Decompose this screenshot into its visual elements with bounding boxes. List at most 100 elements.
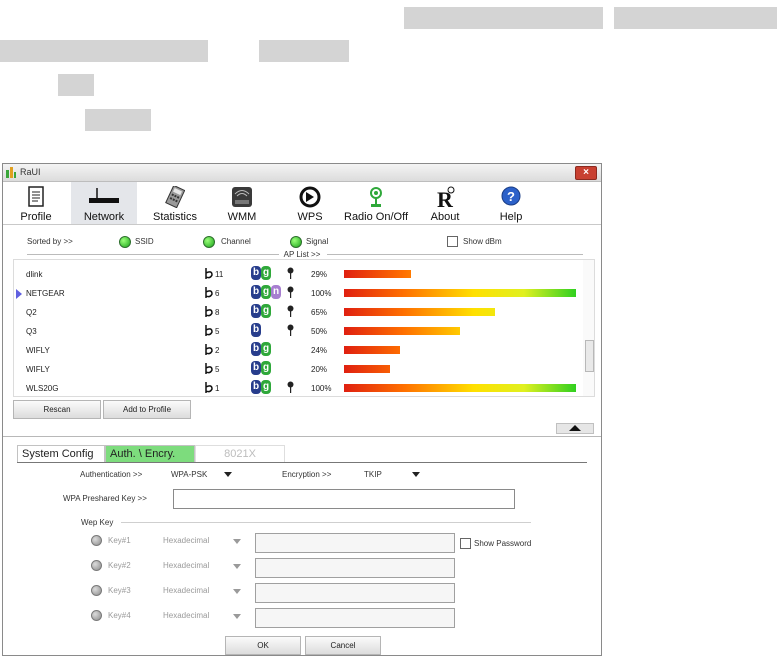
main-toolbar: Profile Network Statistics WMM WPS Radio…: [3, 182, 601, 225]
wep-format-dropdown-icon[interactable]: [233, 564, 241, 569]
ap-list-row[interactable]: WLS20G 1 b g 100%: [14, 379, 584, 397]
ap-signal-text: 65%: [311, 308, 328, 317]
sort-signal-radio[interactable]: [290, 236, 302, 248]
app-logo-icon: [6, 167, 16, 178]
toolbar-label: WMM: [227, 211, 257, 223]
toolbar-network[interactable]: Network: [71, 182, 137, 224]
signal-bar: [344, 365, 390, 373]
mode-g-badge: g: [261, 266, 271, 280]
wep-key-format[interactable]: Hexadecimal: [163, 611, 209, 620]
ap-channel: 1: [215, 384, 220, 393]
add-to-profile-button[interactable]: Add to Profile: [103, 400, 191, 419]
tab-system-config[interactable]: System Config: [17, 445, 105, 462]
wep-key-format[interactable]: Hexadecimal: [163, 586, 209, 595]
lock-icon: [287, 324, 294, 336]
wep-key-radio[interactable]: [91, 610, 102, 621]
wep-group-line: [121, 522, 531, 523]
divider: [327, 254, 583, 255]
ap-list-row[interactable]: Q3 5 b 50%: [14, 322, 584, 340]
ap-signal-text: 29%: [311, 270, 328, 279]
wpa-key-input[interactable]: [173, 489, 515, 509]
toolbar-wmm[interactable]: WMM: [217, 182, 267, 224]
toolbar-label: Profile: [20, 211, 52, 223]
tab-auth-encry[interactable]: Auth. \ Encry.: [105, 445, 195, 462]
ap-signal-text: 20%: [311, 365, 328, 374]
encryption-label: Encryption >>: [282, 470, 332, 479]
wep-format-dropdown-icon[interactable]: [233, 614, 241, 619]
sort-signal-label: Signal: [306, 237, 329, 246]
signal-bar: [344, 327, 460, 335]
wep-key-input[interactable]: [255, 608, 455, 628]
ok-button[interactable]: OK: [225, 636, 301, 655]
authentication-dropdown-icon[interactable]: [224, 472, 232, 477]
channel-icon: [205, 344, 213, 355]
wep-key-input[interactable]: [255, 583, 455, 603]
ap-ssid: NETGEAR: [26, 289, 65, 298]
close-button[interactable]: ×: [575, 166, 597, 180]
toolbar-help[interactable]: ? Help: [493, 182, 529, 224]
wep-format-dropdown-icon[interactable]: [233, 539, 241, 544]
ap-signal-text: 100%: [311, 384, 332, 393]
wep-key-input[interactable]: [255, 533, 455, 553]
ap-ssid: dlink: [26, 270, 43, 279]
ap-channel: 2: [215, 346, 220, 355]
sort-channel-radio[interactable]: [203, 236, 215, 248]
svg-text:R: R: [437, 187, 454, 210]
toolbar-radio-on-off[interactable]: Radio On/Off: [339, 182, 413, 224]
wep-key-input[interactable]: [255, 558, 455, 578]
toolbar-label: WPS: [297, 211, 323, 223]
redacted-bar: [614, 7, 777, 29]
toolbar-profile[interactable]: Profile: [11, 182, 61, 224]
show-password-label: Show Password: [474, 539, 532, 548]
raui-window: RaUI × Profile Network Statistics WMM WP…: [2, 163, 602, 656]
ap-list: dlink 11 b g 29% NETGEAR 6 b g n 100% Q2 8 b g 65% Q3 5 b 5…: [13, 259, 595, 397]
help-icon: ?: [501, 186, 521, 206]
wep-key-format[interactable]: Hexadecimal: [163, 561, 209, 570]
profile-icon: [28, 186, 44, 207]
ap-list-row[interactable]: WIFLY 5 b g 20%: [14, 360, 584, 378]
wep-key-format[interactable]: Hexadecimal: [163, 536, 209, 545]
signal-bar: [344, 308, 495, 316]
authentication-select[interactable]: WPA-PSK: [171, 470, 207, 479]
collapse-up-icon: [569, 425, 581, 431]
show-password-checkbox[interactable]: [460, 538, 471, 549]
channel-icon: [205, 363, 213, 374]
cancel-button[interactable]: Cancel: [305, 636, 381, 655]
encryption-select[interactable]: TKIP: [364, 470, 382, 479]
wep-key-radio[interactable]: [91, 585, 102, 596]
ap-channel: 5: [215, 365, 220, 374]
channel-icon: [205, 382, 213, 393]
ap-channel: 5: [215, 327, 220, 336]
ap-list-row[interactable]: NETGEAR 6 b g n 100%: [14, 284, 584, 302]
wep-key-radio[interactable]: [91, 560, 102, 571]
encryption-dropdown-icon[interactable]: [412, 472, 420, 477]
redacted-bar: [85, 109, 151, 131]
mode-g-badge: g: [261, 361, 271, 375]
mode-b-badge: b: [251, 342, 261, 356]
wep-key-label: Key#2: [108, 561, 131, 570]
show-dbm-checkbox[interactable]: [447, 236, 458, 247]
ap-ssid: WLS20G: [26, 384, 59, 393]
mode-n-badge: n: [271, 285, 281, 299]
scrollbar-thumb[interactable]: [585, 340, 594, 372]
ap-signal-text: 24%: [311, 346, 328, 355]
redacted-bar: [58, 74, 94, 96]
toolbar-label: About: [430, 211, 460, 223]
ap-list-scrollbar[interactable]: [583, 260, 594, 396]
ap-list-row[interactable]: WIFLY 2 b g 24%: [14, 341, 584, 359]
toolbar-statistics[interactable]: Statistics: [145, 182, 205, 224]
toolbar-label: Help: [499, 211, 523, 223]
wep-format-dropdown-icon[interactable]: [233, 589, 241, 594]
rescan-button[interactable]: Rescan: [13, 400, 101, 419]
ap-ssid: WIFLY: [26, 365, 50, 374]
sort-ssid-radio[interactable]: [119, 236, 131, 248]
collapse-button[interactable]: [556, 423, 594, 434]
toolbar-wps[interactable]: WPS: [288, 182, 332, 224]
toolbar-about[interactable]: R About: [423, 182, 467, 224]
sort-ssid-label: SSID: [135, 237, 154, 246]
ap-list-row[interactable]: Q2 8 b g 65%: [14, 303, 584, 321]
wep-key-label: Key#3: [108, 586, 131, 595]
ap-list-row[interactable]: dlink 11 b g 29%: [14, 265, 584, 283]
wep-key-radio[interactable]: [91, 535, 102, 546]
tab-8021x[interactable]: 8021X: [195, 445, 285, 462]
